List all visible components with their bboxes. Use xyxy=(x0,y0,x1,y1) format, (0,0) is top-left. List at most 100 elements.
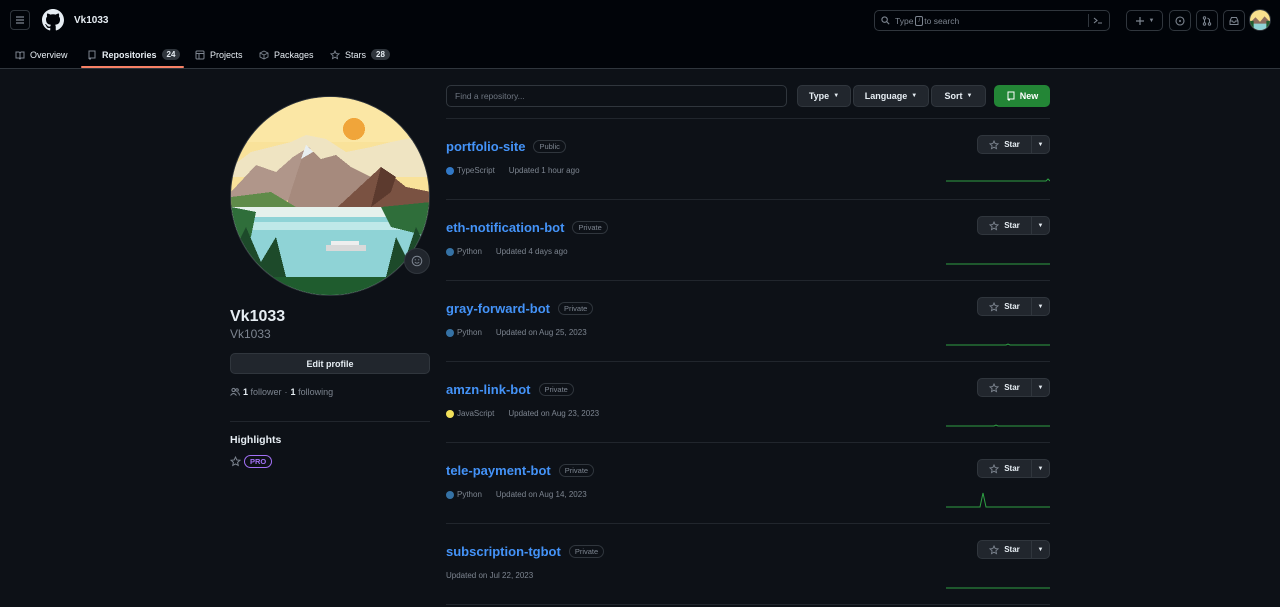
plus-icon xyxy=(1135,16,1144,25)
repo-updated-time: Updated on Aug 14, 2023 xyxy=(495,490,587,499)
tab-count-badge: 28 xyxy=(371,49,390,60)
sort-filter-button[interactable]: Sort ▼ xyxy=(931,85,986,107)
sidebar-divider xyxy=(230,421,430,422)
star-label: Star xyxy=(1004,545,1020,554)
package-icon xyxy=(259,49,269,60)
activity-sparkline xyxy=(946,343,1050,346)
inbox-button[interactable] xyxy=(1223,10,1245,31)
tab-label: Overview xyxy=(30,49,68,60)
people-icon xyxy=(230,387,240,396)
tab-repositories[interactable]: Repositories 24 xyxy=(87,40,181,69)
repo-row: tele-payment-bot Private Python Updated on … xyxy=(446,443,1050,524)
avatar-pixel-art xyxy=(231,97,429,295)
repo-name-link[interactable]: gray-forward-bot xyxy=(446,301,550,316)
search-suffix: to search xyxy=(924,15,960,26)
repo-icon xyxy=(88,50,96,59)
star-button-group: Star ▼ xyxy=(977,378,1050,397)
activity-sparkline xyxy=(946,178,1050,182)
tab-projects[interactable]: Projects xyxy=(195,40,243,69)
header-username[interactable]: Vk1033 xyxy=(74,15,108,26)
star-button[interactable]: Star xyxy=(978,298,1032,315)
star-list-dropdown[interactable]: ▼ xyxy=(1032,217,1049,234)
repo-name-link[interactable]: portfolio-site xyxy=(446,139,525,154)
book-icon xyxy=(15,51,25,60)
active-tab-indicator xyxy=(81,66,184,68)
chevron-down-icon: ▼ xyxy=(966,93,973,99)
hamburger-icon xyxy=(16,16,24,24)
star-list-dropdown[interactable]: ▼ xyxy=(1032,460,1049,477)
tab-label: Repositories xyxy=(102,49,157,60)
profile-avatar[interactable] xyxy=(230,96,430,296)
repo-meta: Updated on Jul 22, 2023 xyxy=(446,571,533,580)
pro-badge[interactable]: PRO xyxy=(244,455,273,468)
search-divider xyxy=(1088,14,1089,27)
chevron-down-icon: ▼ xyxy=(1037,546,1044,553)
tab-label: Projects xyxy=(210,49,243,60)
repo-language: Python xyxy=(457,328,482,337)
new-repository-button[interactable]: New xyxy=(994,85,1050,107)
type-filter-button[interactable]: Type ▼ xyxy=(797,85,851,107)
follow-separator: · xyxy=(284,387,288,397)
star-list-dropdown[interactable]: ▼ xyxy=(1032,298,1049,315)
repo-meta: Python Updated 4 days ago xyxy=(446,247,568,256)
profile-login: Vk1033 xyxy=(230,327,271,341)
tab-count-badge: 24 xyxy=(161,49,181,60)
search-prefix: Type xyxy=(895,15,914,26)
star-icon xyxy=(989,220,1000,230)
chevron-down-icon: ▼ xyxy=(1037,465,1044,472)
following-link[interactable]: 1 following xyxy=(291,387,334,397)
visibility-badge: Private xyxy=(572,221,608,234)
star-button[interactable]: Star xyxy=(978,460,1032,477)
star-list-dropdown[interactable]: ▼ xyxy=(1032,379,1049,396)
find-repository-input[interactable] xyxy=(446,85,787,107)
star-button-group: Star ▼ xyxy=(977,459,1050,478)
star-button-group: Star ▼ xyxy=(977,540,1050,559)
star-list-dropdown[interactable]: ▼ xyxy=(1032,541,1049,558)
search-icon xyxy=(881,16,890,25)
chevron-down-icon: ▼ xyxy=(1037,222,1044,229)
repo-meta: JavaScript Updated on Aug 23, 2023 xyxy=(446,409,599,418)
language-color-dot xyxy=(446,328,454,337)
set-status-button[interactable] xyxy=(404,248,430,274)
inbox-icon xyxy=(1229,16,1239,25)
user-avatar[interactable] xyxy=(1249,9,1271,31)
repo-meta: TypeScript Updated 1 hour ago xyxy=(446,166,580,175)
issues-button[interactable] xyxy=(1169,10,1191,31)
tab-overview[interactable]: Overview xyxy=(15,40,68,69)
edit-profile-button[interactable]: Edit profile xyxy=(230,353,430,374)
repo-updated-time: Updated 4 days ago xyxy=(495,247,568,256)
star-list-dropdown[interactable]: ▼ xyxy=(1032,136,1049,153)
pull-request-icon xyxy=(1202,15,1212,26)
command-palette-icon[interactable] xyxy=(1092,14,1104,27)
issue-icon xyxy=(1175,15,1185,26)
github-logo-icon[interactable] xyxy=(42,9,64,31)
repo-meta: Python Updated on Aug 14, 2023 xyxy=(446,490,587,499)
tab-stars[interactable]: Stars 28 xyxy=(330,40,390,69)
followers-link[interactable]: 1 follower xyxy=(243,387,282,397)
repo-name-link[interactable]: subscription-tgbot xyxy=(446,544,561,559)
followers-label: follower xyxy=(250,387,282,397)
star-icon xyxy=(230,456,241,467)
repo-name-link[interactable]: amzn-link-bot xyxy=(446,382,531,397)
activity-sparkline xyxy=(946,424,1050,427)
followers-count: 1 xyxy=(243,387,249,397)
repo-name-link[interactable]: tele-payment-bot xyxy=(446,463,551,478)
star-button[interactable]: Star xyxy=(978,217,1032,234)
star-button-group: Star ▼ xyxy=(977,216,1050,235)
language-filter-button[interactable]: Language ▼ xyxy=(853,85,929,107)
pull-requests-button[interactable] xyxy=(1196,10,1218,31)
language-color-dot xyxy=(446,166,454,175)
create-new-button[interactable]: ▼ xyxy=(1126,10,1163,31)
repo-row: portfolio-site Public TypeScript Updated 1 … xyxy=(446,119,1050,200)
star-button[interactable]: Star xyxy=(978,136,1032,153)
menu-button[interactable] xyxy=(10,10,30,30)
repo-name-link[interactable]: eth-notification-bot xyxy=(446,220,564,235)
sparkline-path xyxy=(946,343,1050,346)
star-icon xyxy=(989,139,1000,149)
chevron-down-icon: ▼ xyxy=(911,93,918,99)
star-button[interactable]: Star xyxy=(978,379,1032,396)
star-button[interactable]: Star xyxy=(978,541,1032,558)
global-search-input[interactable]: Type / to search xyxy=(874,10,1110,31)
tab-packages[interactable]: Packages xyxy=(259,40,314,69)
repo-updated-time: Updated 1 hour ago xyxy=(508,166,580,175)
